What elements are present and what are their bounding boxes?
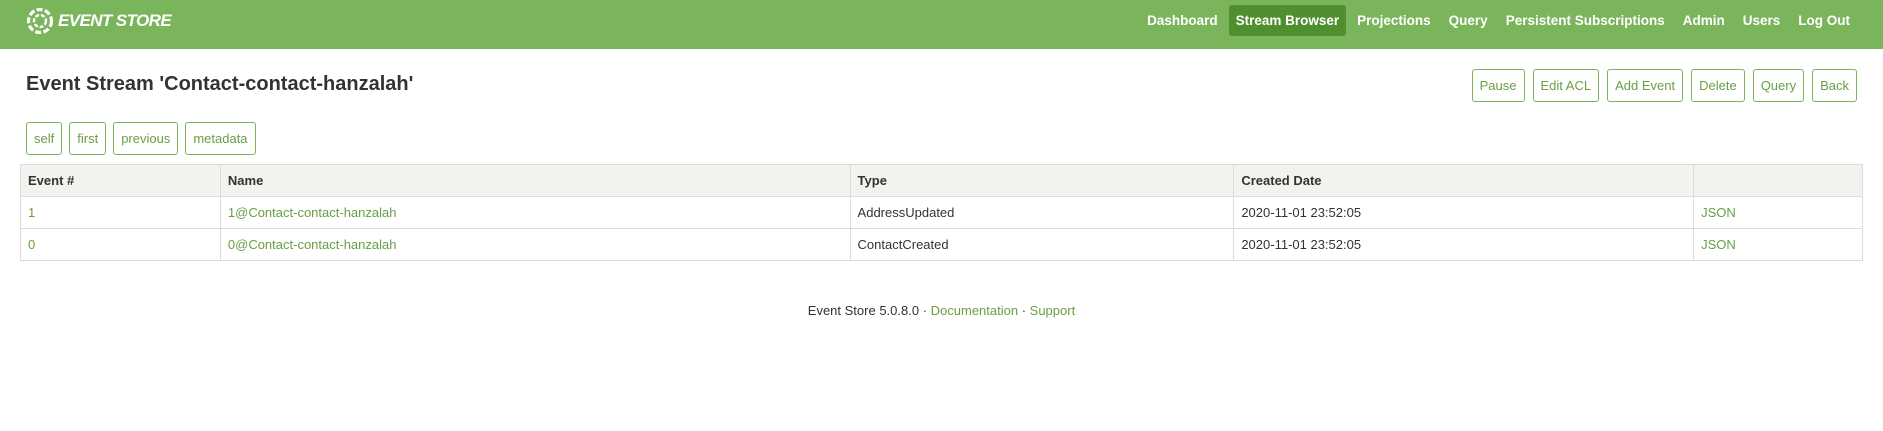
event-number-link[interactable]: 1 — [28, 205, 35, 220]
event-number-cell: 0 — [20, 228, 221, 261]
table-header-row: Event # Name Type Created Date — [20, 164, 1863, 197]
brand-logo-link[interactable]: EVENT STORE — [26, 5, 172, 37]
query-button[interactable]: Query — [1752, 69, 1805, 102]
nav-persistent-subscriptions[interactable]: Persistent Subscriptions — [1499, 5, 1672, 36]
event-name-cell: 1@Contact-contact-hanzalah — [219, 196, 851, 229]
table-header: Event # Name Type Created Date — [20, 164, 1863, 197]
header-created-date: Created Date — [1233, 164, 1695, 197]
pause-button[interactable]: Pause — [1471, 69, 1525, 102]
documentation-link[interactable]: Documentation — [931, 303, 1018, 318]
stream-paging-links: self first previous metadata — [26, 122, 263, 155]
event-number-cell: 1 — [20, 196, 221, 229]
page-title: Event Stream 'Contact-contact-hanzalah' — [26, 73, 414, 95]
previous-link-button[interactable]: previous — [113, 122, 179, 155]
created-date-cell: 2020-11-01 23:52:05 — [1233, 228, 1695, 261]
created-date-cell: 2020-11-01 23:52:05 — [1233, 196, 1695, 229]
table-row: 0 0@Contact-contact-hanzalah ContactCrea… — [20, 228, 1863, 261]
nav-query[interactable]: Query — [1442, 5, 1495, 36]
first-link-button[interactable]: first — [69, 122, 107, 155]
header-json — [1693, 164, 1863, 197]
header-type: Type — [849, 164, 1235, 197]
nav-stream-browser[interactable]: Stream Browser — [1228, 5, 1347, 36]
self-link-button[interactable]: self — [26, 122, 63, 155]
footer: Event Store 5.0.8.0 · Documentation · Su… — [0, 303, 1883, 318]
delete-button[interactable]: Delete — [1691, 69, 1745, 102]
metadata-link-button[interactable]: metadata — [185, 122, 256, 155]
event-name-link[interactable]: 1@Contact-contact-hanzalah — [228, 205, 397, 220]
footer-separator: · — [919, 303, 931, 318]
support-link[interactable]: Support — [1030, 303, 1076, 318]
nav-projections[interactable]: Projections — [1350, 5, 1438, 36]
event-store-logo-icon — [26, 7, 54, 35]
nav-log-out[interactable]: Log Out — [1791, 5, 1857, 36]
nav-users[interactable]: Users — [1736, 5, 1788, 36]
version-text: Event Store 5.0.8.0 — [807, 303, 920, 318]
table-body: 1 1@Contact-contact-hanzalah AddressUpda… — [20, 196, 1863, 261]
header-name: Name — [219, 164, 851, 197]
brand-name: EVENT STORE — [58, 11, 172, 30]
main-nav: Dashboard Stream Browser Projections Que… — [1136, 5, 1857, 36]
json-link[interactable]: JSON — [1701, 205, 1736, 220]
events-table: Event # Name Type Created Date 1 1@Conta… — [20, 164, 1863, 261]
json-link[interactable]: JSON — [1701, 237, 1736, 252]
nav-admin[interactable]: Admin — [1676, 5, 1732, 36]
event-name-link[interactable]: 0@Contact-contact-hanzalah — [228, 237, 397, 252]
event-type-cell: AddressUpdated — [849, 196, 1235, 229]
table-row: 1 1@Contact-contact-hanzalah AddressUpda… — [20, 196, 1863, 229]
json-cell: JSON — [1693, 228, 1863, 261]
edit-acl-button[interactable]: Edit ACL — [1532, 69, 1600, 102]
add-event-button[interactable]: Add Event — [1607, 69, 1684, 102]
json-cell: JSON — [1693, 196, 1863, 229]
nav-dashboard[interactable]: Dashboard — [1140, 5, 1225, 36]
event-number-link[interactable]: 0 — [28, 237, 35, 252]
event-type-cell: ContactCreated — [849, 228, 1235, 261]
top-navbar: EVENT STORE Dashboard Stream Browser Pro… — [0, 0, 1883, 49]
header-event-number: Event # — [20, 164, 221, 197]
event-name-cell: 0@Contact-contact-hanzalah — [219, 228, 851, 261]
footer-separator: · — [1018, 303, 1030, 318]
back-button[interactable]: Back — [1812, 69, 1857, 102]
stream-actions: Pause Edit ACL Add Event Delete Query Ba… — [1464, 69, 1857, 102]
